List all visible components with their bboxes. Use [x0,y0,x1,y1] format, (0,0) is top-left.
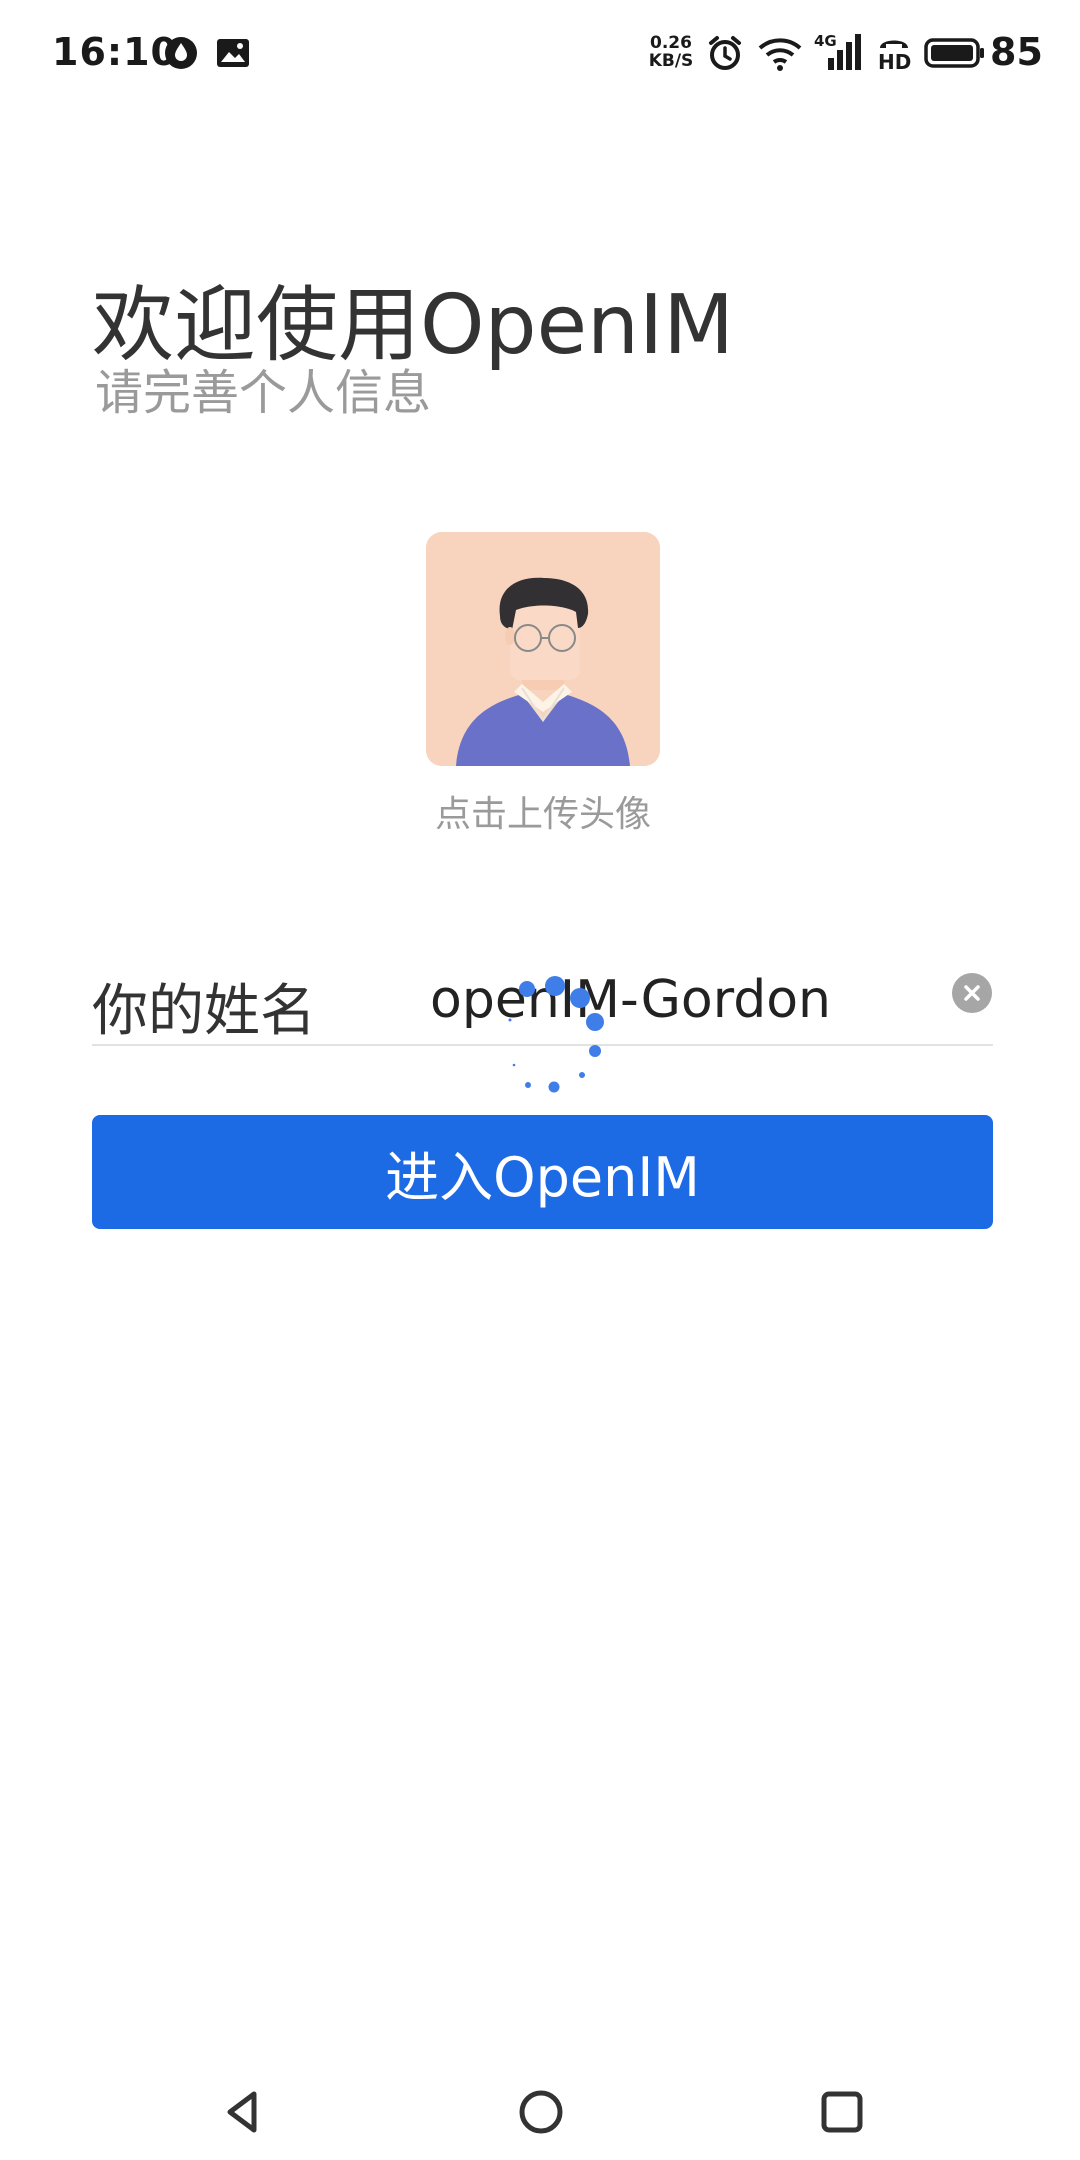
back-triangle-icon[interactable] [212,2082,272,2142]
status-time: 16:10 [52,30,178,74]
name-field-label: 你的姓名 [92,979,316,1044]
wifi-icon [758,38,802,71]
battery-level: 85 [990,30,1043,74]
network-speed-value: 0.26 [650,33,692,53]
network-speed-unit: KB/S [648,51,694,71]
default-avatar-icon [426,532,660,766]
name-field-underline [92,1044,993,1046]
name-input[interactable] [430,964,930,1036]
clear-icon [964,985,980,1001]
system-navigation-bar [0,2060,1080,2160]
notification-drop-icon [165,37,197,69]
network-speed: 0.26 KB/S [646,34,696,70]
enter-openim-button[interactable]: 进入OpenIM [92,1115,993,1229]
status-bar: 16:10 0.26 KB/S 4G HD 85 [0,0,1080,110]
clear-input-button[interactable] [952,973,992,1013]
avatar-upload[interactable] [426,532,660,766]
network-type-label: 4G [814,32,837,50]
page-subtitle: 请完善个人信息 [95,365,432,421]
hd-call-icon [880,40,908,48]
hd-label: HD [878,50,912,74]
home-circle-icon[interactable] [511,2082,571,2142]
recents-square-icon[interactable] [812,2082,872,2142]
gallery-notification-icon [217,39,249,67]
upload-avatar-hint[interactable]: 点击上传头像 [380,785,706,837]
battery-icon [924,38,984,68]
alarm-icon [709,36,741,70]
